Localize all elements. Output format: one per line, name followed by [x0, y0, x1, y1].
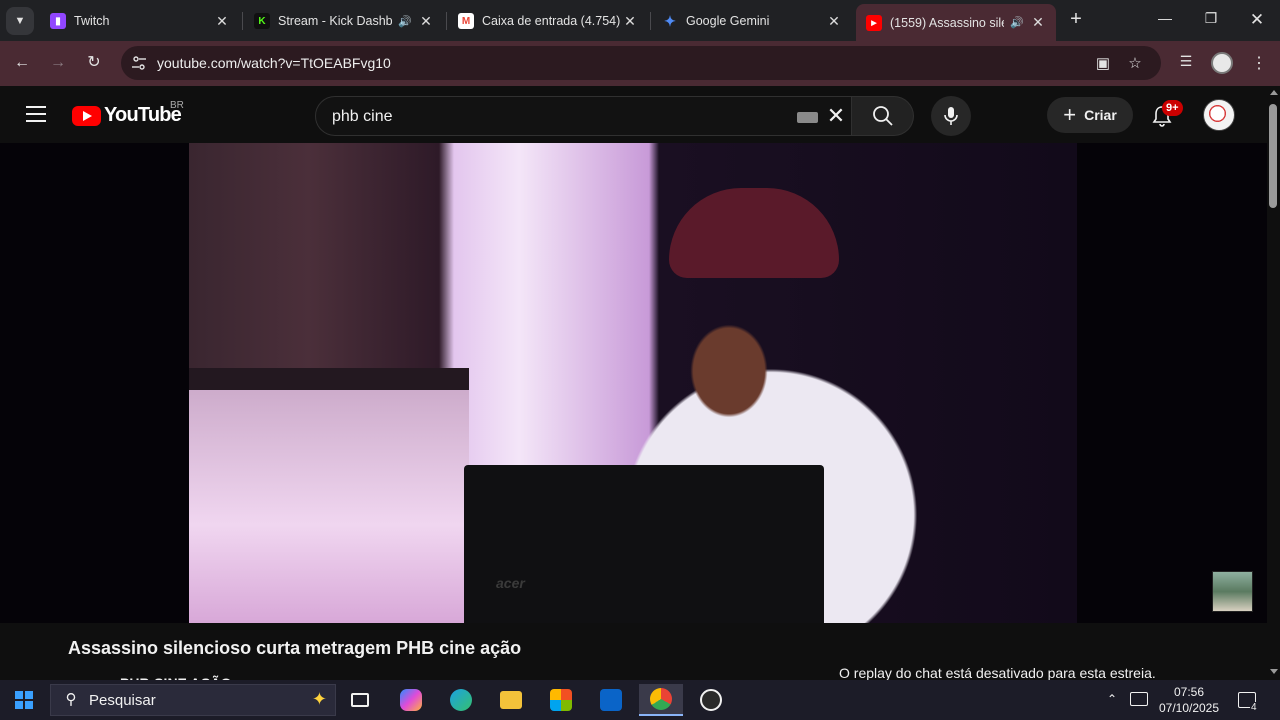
speaker-icon[interactable]: 🔊	[1010, 16, 1024, 29]
notification-count-badge: 9+	[1162, 100, 1183, 116]
site-settings-icon[interactable]	[131, 55, 147, 71]
browser-profile-avatar[interactable]	[1211, 52, 1233, 74]
account-avatar[interactable]	[1203, 99, 1235, 131]
twitch-icon: ▮	[50, 13, 66, 29]
clear-search-icon[interactable]: ✕	[824, 104, 848, 128]
browser-toolbar: ← → ↻ youtube.com/watch?v=TtOEABFvg10 ▣ …	[0, 41, 1280, 86]
scene-shelf	[189, 368, 469, 390]
browser-tab-strip: ▼ ▮ Twitch ✕ K Stream - Kick Dashbo 🔊 ✕ …	[0, 0, 1280, 41]
tab-gemini[interactable]: ✦ Google Gemini ✕	[652, 6, 852, 36]
kick-icon: K	[254, 13, 270, 29]
windows-taskbar: ⚲ Pesquisar ✦ ⌃ 07:56 07/10/2025 4	[0, 680, 1280, 720]
tab-twitch[interactable]: ▮ Twitch ✕	[40, 6, 240, 36]
tab-title: Stream - Kick Dashbo	[278, 14, 393, 28]
back-arrow-icon[interactable]: ←	[11, 52, 33, 74]
close-tab-icon[interactable]: ✕	[214, 13, 230, 30]
channel-watermark[interactable]	[1212, 571, 1253, 612]
network-icon[interactable]	[1130, 692, 1148, 706]
tab-divider	[242, 12, 243, 30]
page-scrollbar[interactable]	[1267, 86, 1280, 680]
install-app-icon[interactable]: ▣	[1094, 55, 1112, 73]
tab-title: Caixa de entrada (4.754)	[482, 14, 621, 28]
tab-divider	[650, 12, 651, 30]
create-label: Criar	[1084, 107, 1117, 123]
clock-time: 07:56	[1173, 685, 1205, 699]
restore-icon[interactable]: ❐	[1201, 10, 1221, 30]
microphone-icon	[944, 107, 958, 125]
youtube-header: YouTube BR phb cine ✕ + Criar 9+	[0, 86, 1280, 143]
chat-replay-disabled-note: O replay do chat está desativado para es…	[839, 665, 1156, 681]
media-controls-icon[interactable]: ☰	[1176, 53, 1196, 73]
gmail-icon: M	[458, 13, 474, 29]
search-highlight-icon: ✦	[311, 689, 327, 709]
scroll-down-arrow-icon[interactable]	[1270, 669, 1278, 674]
more-menu-icon[interactable]: ⋮	[1249, 53, 1269, 73]
close-window-icon[interactable]: ✕	[1247, 10, 1267, 30]
task-view-icon[interactable]	[338, 684, 382, 716]
search-input[interactable]: phb cine ✕	[315, 96, 852, 136]
gemini-icon: ✦	[664, 12, 676, 29]
copilot-icon[interactable]	[389, 684, 433, 716]
edge-icon[interactable]	[439, 684, 483, 716]
tab-kick[interactable]: K Stream - Kick Dashbo 🔊 ✕	[244, 6, 444, 36]
tab-search-button[interactable]: ▼	[6, 7, 34, 35]
scroll-thumb[interactable]	[1269, 104, 1277, 208]
search-icon	[872, 106, 893, 126]
store-icon[interactable]	[539, 684, 583, 716]
youtube-play-icon	[72, 105, 101, 126]
tab-youtube-active[interactable]: ▶ (1559) Assassino siler 🔊 ✕	[856, 4, 1056, 41]
laptop-brand: acer	[496, 575, 525, 591]
country-code: BR	[170, 100, 184, 111]
voice-search-button[interactable]	[931, 96, 971, 136]
taskbar-search-placeholder: Pesquisar	[89, 691, 156, 709]
scene-cap	[669, 188, 839, 278]
scene-wall	[189, 378, 469, 623]
youtube-icon: ▶	[866, 14, 882, 31]
url-text[interactable]: youtube.com/watch?v=TtOEABFvg10	[157, 55, 391, 71]
tab-title: Google Gemini	[686, 14, 770, 28]
video-player[interactable]: acer	[0, 143, 1267, 623]
scroll-up-arrow-icon[interactable]	[1270, 90, 1278, 95]
obs-icon[interactable]	[689, 684, 733, 716]
show-hidden-icons-chevron-icon[interactable]: ⌃	[1107, 692, 1117, 706]
clock-date: 07/10/2025	[1158, 701, 1220, 715]
create-button[interactable]: + Criar	[1047, 97, 1133, 133]
address-bar[interactable]: youtube.com/watch?v=TtOEABFvg10 ▣ ☆	[121, 46, 1161, 80]
keyboard-icon[interactable]	[797, 112, 818, 123]
search-query[interactable]: phb cine	[332, 108, 393, 126]
bookmark-star-icon[interactable]: ☆	[1126, 55, 1144, 73]
hamburger-menu-icon[interactable]	[26, 106, 46, 122]
tab-gmail[interactable]: M Caixa de entrada (4.754) ✕	[448, 6, 648, 36]
windows-start-icon[interactable]	[15, 691, 33, 709]
chevron-down-icon: ▼	[14, 15, 26, 27]
youtube-logo[interactable]: YouTube	[72, 104, 182, 127]
notification-center-count: 4	[1250, 702, 1258, 713]
tab-title: (1559) Assassino siler	[890, 15, 1005, 30]
close-tab-icon[interactable]: ✕	[622, 13, 638, 30]
minimize-icon[interactable]: —	[1155, 10, 1175, 30]
video-frame[interactable]: acer	[189, 143, 1077, 623]
close-tab-icon[interactable]: ✕	[1030, 14, 1046, 31]
scene-laptop: acer	[464, 465, 824, 623]
tab-divider	[446, 12, 447, 30]
reload-icon[interactable]: ↻	[83, 52, 105, 74]
search-icon: ⚲	[65, 691, 77, 708]
file-explorer-icon[interactable]	[489, 684, 533, 716]
plus-icon: +	[1063, 102, 1077, 127]
outlook-icon[interactable]	[589, 684, 633, 716]
new-tab-button[interactable]: +	[1066, 9, 1086, 29]
tab-title: Twitch	[74, 14, 110, 28]
speaker-icon[interactable]: 🔊	[398, 15, 412, 28]
chrome-icon[interactable]	[639, 684, 683, 716]
taskbar-search-box[interactable]: ⚲ Pesquisar ✦	[50, 684, 336, 716]
close-tab-icon[interactable]: ✕	[826, 13, 842, 30]
taskbar-clock[interactable]: 07:56 07/10/2025	[1152, 684, 1226, 716]
video-title: Assassino silencioso curta metragem PHB …	[68, 638, 522, 658]
close-tab-icon[interactable]: ✕	[418, 13, 434, 30]
forward-arrow-icon[interactable]: →	[47, 52, 69, 74]
search-button[interactable]	[852, 96, 914, 136]
